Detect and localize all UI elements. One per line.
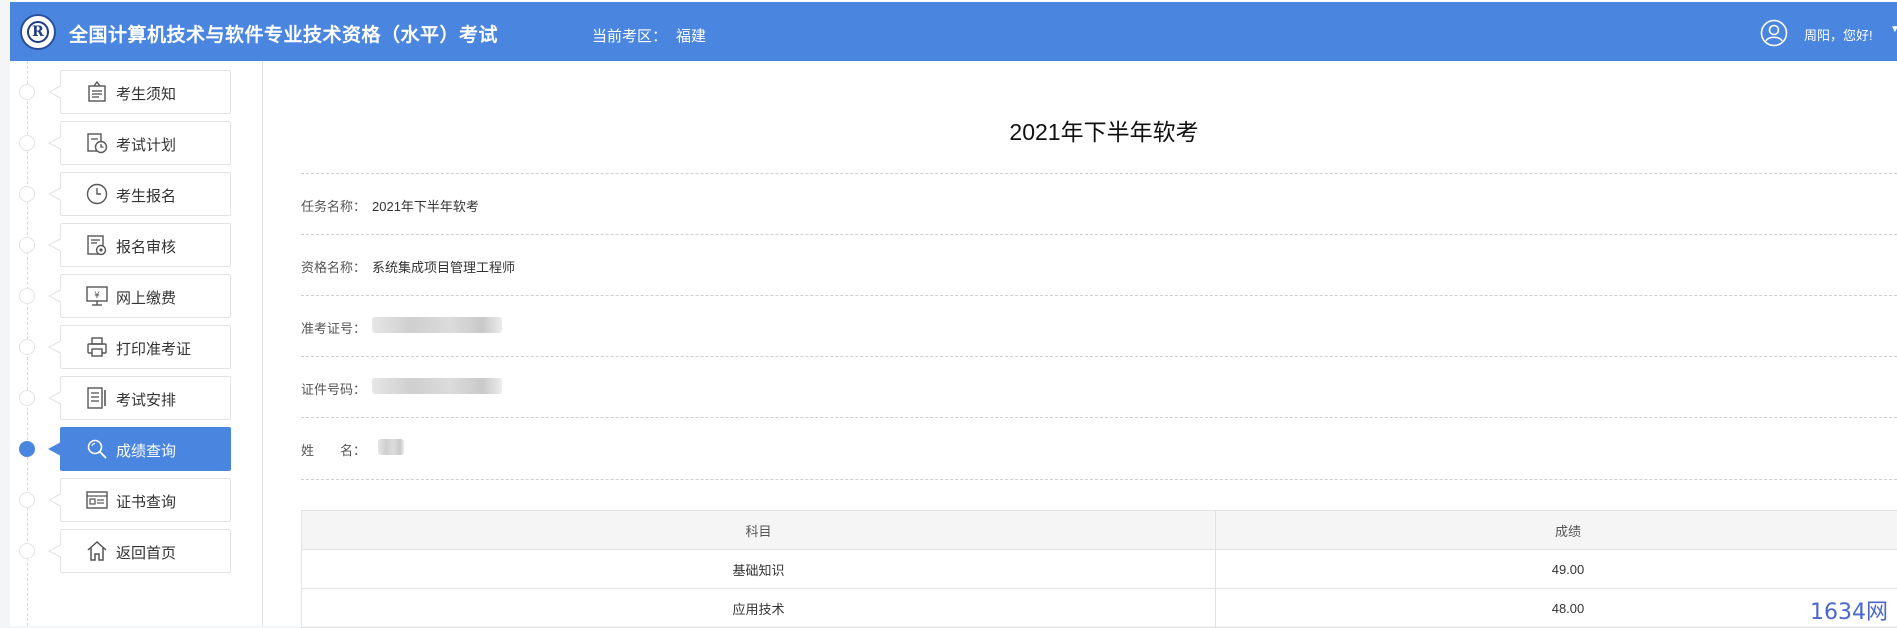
site-title: 全国计算机技术与软件专业技术资格（水平）考试 [69,20,498,47]
sidebar-item-label: 打印准考证 [116,338,191,359]
timeline-dot [19,492,35,508]
qualification-label: 资格名称： [301,257,366,276]
subject-cell: 基础知识 [302,550,1216,589]
score-table: 科目 成绩 基础知识 49.00 应用技术 48.00 [301,510,1897,628]
divider [301,479,1897,480]
sidebar-item-registration-review[interactable]: 报名审核 [10,223,262,267]
timeline-dot [19,186,35,202]
sidebar-item-back-home[interactable]: 返回首页 [10,529,262,573]
timeline-dot [19,390,35,406]
column-header-score: 成绩 [1216,511,1897,550]
sidebar-item-registration[interactable]: 考生报名 [10,172,262,216]
info-row-qualification: 资格名称： 系统集成项目管理工程师 [301,234,1897,296]
info-row-id-number: 证件号码： [301,356,1897,418]
sidebar-item-online-payment[interactable]: ¥ 网上缴费 [10,274,262,318]
name-label: 姓 名： [301,440,366,459]
timeline-dot [19,135,35,151]
clock-icon [85,182,109,206]
info-row-task: 任务名称： 2021年下半年软考 [301,173,1897,235]
top-header: R 全国计算机技术与软件专业技术资格（水平）考试 当前考区： 福建 周阳，您好!… [10,2,1897,61]
region-value: 福建 [676,25,706,46]
score-cell: 49.00 [1216,550,1897,589]
sidebar-item-label: 网上缴费 [116,287,176,308]
timeline-dot [19,339,35,355]
svg-text:¥: ¥ [94,291,100,301]
calendar-clock-icon [85,131,109,155]
table-row: 应用技术 48.00 [302,589,1897,628]
chevron-down-icon[interactable]: ▼ [1890,24,1897,35]
watermark-text: 1634网 [1810,594,1888,626]
sidebar-item-label: 成绩查询 [116,440,176,461]
site-logo-icon: R [20,14,56,50]
timeline-dot [19,84,35,100]
subject-cell: 应用技术 [302,589,1216,628]
timeline-dot [19,237,35,253]
search-icon [85,437,109,461]
timeline-dot [19,288,35,304]
review-document-icon [85,233,109,257]
sidebar-nav: 考生须知 考试计划 考生报名 报名审核 ¥ 网上缴费 [10,61,263,626]
sidebar-item-label: 考生报名 [116,185,176,206]
home-icon [85,539,109,563]
sidebar-item-label: 考试安排 [116,389,176,410]
timeline-dot [19,543,35,559]
sidebar-item-label: 返回首页 [116,542,176,563]
task-value: 2021年下半年软考 [372,196,479,215]
sidebar-item-certificate-query[interactable]: 证书查询 [10,478,262,522]
admission-number-label: 准考证号： [301,318,366,337]
monitor-yuan-icon: ¥ [85,284,109,308]
region-label: 当前考区： [592,25,667,46]
info-row-admission-number: 准考证号： [301,295,1897,357]
printer-icon [85,335,109,359]
table-header-row: 科目 成绩 [302,511,1897,550]
sidebar-item-exam-arrangement[interactable]: 考试安排 [10,376,262,420]
redacted-id-number [372,378,502,394]
sidebar-item-label: 证书查询 [116,491,176,512]
sidebar-item-exam-plan[interactable]: 考试计划 [10,121,262,165]
redacted-admission-number [372,317,502,333]
score-cell: 48.00 [1216,589,1897,628]
certificate-icon [85,488,109,512]
sidebar-item-label: 考试计划 [116,134,176,155]
table-row: 基础知识 49.00 [302,550,1897,589]
sidebar-item-print-admission[interactable]: 打印准考证 [10,325,262,369]
page-title: 2021年下半年软考 [301,113,1897,147]
column-header-subject: 科目 [302,511,1216,550]
sidebar-item-exam-notice[interactable]: 考生须知 [10,70,262,114]
app-frame: R 全国计算机技术与软件专业技术资格（水平）考试 当前考区： 福建 周阳，您好!… [10,0,1897,626]
info-row-name: 姓 名： [301,417,1897,479]
task-label: 任务名称： [301,196,366,215]
user-greeting[interactable]: 周阳，您好! [1804,25,1873,44]
sidebar-item-label: 报名审核 [116,236,176,257]
notice-board-icon [85,80,109,104]
qualification-value: 系统集成项目管理工程师 [372,257,515,276]
document-pen-icon [85,386,109,410]
redacted-name [378,439,404,455]
logo-text: R [22,24,54,40]
timeline-dot [19,441,35,457]
sidebar-item-score-query[interactable]: 成绩查询 [10,427,262,471]
user-avatar-icon[interactable] [1760,19,1788,47]
sidebar-item-label: 考生须知 [116,83,176,104]
id-number-label: 证件号码： [301,379,366,398]
